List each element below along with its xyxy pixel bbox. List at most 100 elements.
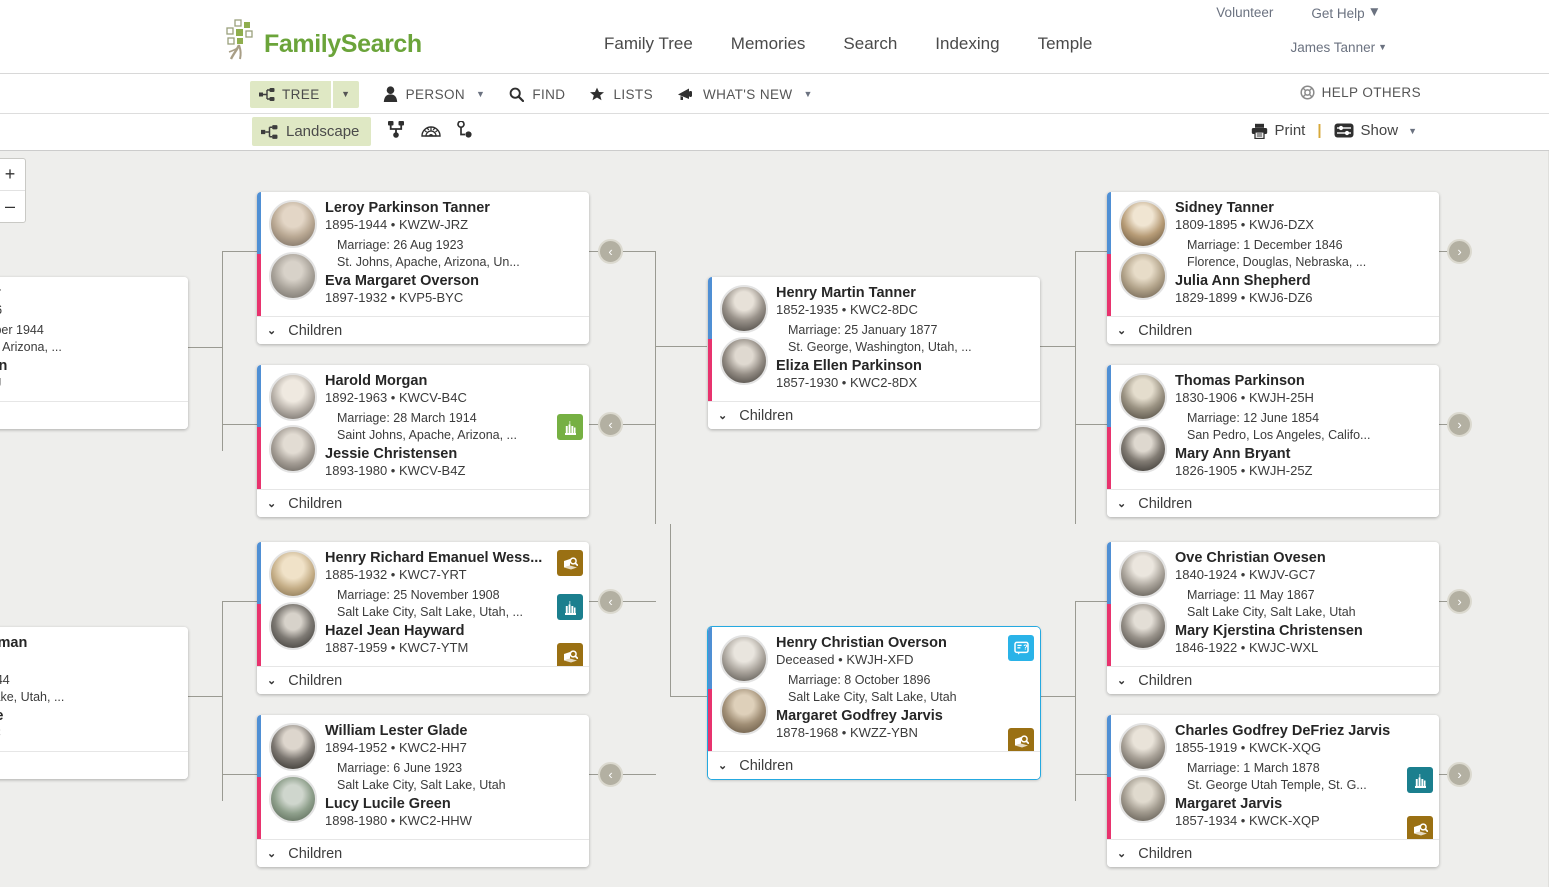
user-account-menu[interactable]: James Tanner▼ bbox=[1291, 40, 1387, 55]
expand-left-arrow-glade[interactable]: ‹ bbox=[598, 762, 623, 787]
couple-card-henry-martin-tanner[interactable]: Henry Martin Tanner 1852-1935 • KWC2-8DC… bbox=[708, 277, 1040, 429]
husband-name[interactable]: Leroy Parkinson Tanner bbox=[325, 199, 581, 217]
tree-dropdown-toggle[interactable]: ▼ bbox=[333, 81, 359, 108]
expand-right-arrow-jarvis[interactable]: › bbox=[1447, 762, 1472, 787]
pedigree-canvas[interactable]: + – ‹ ‹ ‹ ‹ › › › › bbox=[0, 151, 1549, 887]
husband-name[interactable]: Henry Christian Overson bbox=[776, 634, 1032, 652]
avatar-husband[interactable] bbox=[269, 200, 317, 248]
nav-temple[interactable]: Temple bbox=[1032, 32, 1099, 56]
temple-ordinance-badge[interactable] bbox=[1407, 767, 1433, 793]
wife-name[interactable]: Eliza Ellen Parkinson bbox=[776, 357, 1032, 375]
expand-right-arrow-thomas[interactable]: › bbox=[1447, 412, 1472, 437]
tree-button[interactable]: TREE bbox=[250, 81, 331, 108]
children-toggle[interactable]: ⌄ Children bbox=[1107, 839, 1439, 867]
husband-name[interactable]: Henry Martin Tanner bbox=[776, 284, 1032, 302]
husband-name[interactable]: Ove Tanner bbox=[0, 284, 180, 302]
wife-name[interactable]: Lucy Lucile Green bbox=[325, 795, 581, 813]
avatar-wife[interactable] bbox=[720, 687, 768, 735]
avatar-husband[interactable] bbox=[720, 285, 768, 333]
wife-name[interactable]: Hazel Jean Hayward bbox=[325, 622, 581, 640]
research-suggestion-badge[interactable]: ? bbox=[1008, 635, 1034, 661]
children-toggle[interactable]: ⌄ Children bbox=[257, 839, 589, 867]
avatar-husband[interactable] bbox=[1119, 723, 1167, 771]
avatar-wife[interactable] bbox=[269, 425, 317, 473]
avatar-wife[interactable] bbox=[720, 337, 768, 385]
children-toggle[interactable]: ⌄ Children bbox=[1107, 666, 1439, 694]
person-menu[interactable]: PERSON ▼ bbox=[383, 86, 486, 102]
avatar-husband[interactable] bbox=[720, 635, 768, 683]
record-hint-badge-wife[interactable] bbox=[1407, 816, 1433, 839]
zoom-in-button[interactable]: + bbox=[0, 159, 25, 191]
avatar-wife[interactable] bbox=[269, 775, 317, 823]
lists-button[interactable]: LISTS bbox=[589, 87, 653, 102]
children-toggle[interactable]: ⌄ Children bbox=[708, 401, 1040, 429]
landscape-view-button[interactable]: Landscape bbox=[252, 117, 371, 146]
avatar-husband[interactable] bbox=[1119, 200, 1167, 248]
get-help-menu[interactable]: Get Help▼ bbox=[1311, 4, 1381, 21]
husband-name[interactable]: Charles Godfrey DeFriez Jarvis bbox=[1175, 722, 1431, 740]
couple-card-henry-wessman[interactable]: Henry Richard Emanuel Wess... 1885-1932 … bbox=[257, 542, 589, 694]
couple-card-henry-overson[interactable]: Henry Christian Overson Deceased • KWJH-… bbox=[708, 627, 1040, 779]
avatar-husband[interactable] bbox=[269, 550, 317, 598]
couple-card-thomas-parkinson[interactable]: Thomas Parkinson 1830-1906 • KWJH-25H Ma… bbox=[1107, 365, 1439, 517]
wife-name[interactable]: Eva Margaret Overson bbox=[325, 272, 581, 290]
wife-name[interactable]: Mary Ann Bryant bbox=[1175, 445, 1431, 463]
record-hint-badge-husband[interactable] bbox=[557, 550, 583, 576]
couple-card-clipped-tanner[interactable]: Ove Tanner • KWCW-NS6 12 September 1944 … bbox=[0, 277, 188, 429]
avatar-husband[interactable] bbox=[1119, 373, 1167, 421]
zoom-out-button[interactable]: – bbox=[0, 191, 25, 222]
avatar-husband[interactable] bbox=[269, 373, 317, 421]
husband-name[interactable]: Harold Morgan bbox=[325, 372, 581, 390]
whats-new-menu[interactable]: WHAT'S NEW ▼ bbox=[677, 87, 813, 102]
husband-name[interactable]: Henry Richard Emanuel Wess... bbox=[325, 549, 581, 567]
husband-name[interactable]: William Lester Glade bbox=[325, 722, 581, 740]
expand-left-arrow-leroy[interactable]: ‹ bbox=[598, 239, 623, 264]
familysearch-logo[interactable]: FamilySearch bbox=[222, 18, 422, 60]
couple-card-sidney-tanner[interactable]: Sidney Tanner 1809-1895 • KWJ6-DZX Marri… bbox=[1107, 192, 1439, 344]
children-toggle[interactable]: ⌄ Children bbox=[257, 316, 589, 344]
children-toggle[interactable]: ⌄ Children bbox=[0, 751, 188, 779]
volunteer-link[interactable]: Volunteer bbox=[1216, 5, 1273, 20]
print-button[interactable]: Print bbox=[1251, 122, 1306, 139]
avatar-husband[interactable] bbox=[269, 723, 317, 771]
husband-name[interactable]: ward Wessman bbox=[0, 634, 180, 652]
avatar-wife[interactable] bbox=[1119, 425, 1167, 473]
avatar-wife[interactable] bbox=[269, 252, 317, 300]
children-toggle[interactable]: ⌄ Children bbox=[0, 401, 188, 429]
couple-card-harold-morgan[interactable]: Harold Morgan 1892-1963 • KWCV-B4C Marri… bbox=[257, 365, 589, 517]
wife-name[interactable]: Margaret Godfrey Jarvis bbox=[776, 707, 1032, 725]
nav-memories[interactable]: Memories bbox=[725, 32, 812, 56]
temple-ordinance-badge[interactable] bbox=[557, 414, 583, 440]
couple-card-clipped-wessman[interactable]: ward Wessman • KWCP-HB4 19 June 1944 Cit… bbox=[0, 627, 188, 779]
husband-name[interactable]: Ove Christian Ovesen bbox=[1175, 549, 1431, 567]
tree-view-icon[interactable] bbox=[387, 121, 405, 143]
wife-name[interactable]: ucille Glade bbox=[0, 707, 180, 725]
record-hint-badge-wife[interactable] bbox=[557, 643, 583, 666]
descendancy-icon[interactable] bbox=[457, 121, 473, 143]
children-toggle[interactable]: ⌄ Children bbox=[257, 489, 589, 517]
wife-name[interactable]: Mary Kjerstina Christensen bbox=[1175, 622, 1431, 640]
help-others-button[interactable]: HELP OTHERS bbox=[1300, 85, 1421, 100]
fan-chart-icon[interactable] bbox=[421, 122, 441, 142]
couple-card-william-glade[interactable]: William Lester Glade 1894-1952 • KWC2-HH… bbox=[257, 715, 589, 867]
avatar-wife[interactable] bbox=[269, 602, 317, 650]
couple-card-charles-jarvis[interactable]: Charles Godfrey DeFriez Jarvis 1855-1919… bbox=[1107, 715, 1439, 867]
wife-name[interactable]: xine Morgan bbox=[0, 357, 180, 375]
children-toggle[interactable]: ⌄ Children bbox=[1107, 316, 1439, 344]
avatar-wife[interactable] bbox=[1119, 252, 1167, 300]
nav-search[interactable]: Search bbox=[837, 32, 903, 56]
nav-indexing[interactable]: Indexing bbox=[929, 32, 1005, 56]
avatar-wife[interactable] bbox=[1119, 775, 1167, 823]
husband-name[interactable]: Sidney Tanner bbox=[1175, 199, 1431, 217]
nav-family-tree[interactable]: Family Tree bbox=[598, 32, 699, 56]
children-toggle[interactable]: ⌄ Children bbox=[1107, 489, 1439, 517]
children-toggle[interactable]: ⌄ Children bbox=[708, 751, 1040, 779]
wife-name[interactable]: Jessie Christensen bbox=[325, 445, 581, 463]
expand-right-arrow-sidney[interactable]: › bbox=[1447, 239, 1472, 264]
husband-name[interactable]: Thomas Parkinson bbox=[1175, 372, 1431, 390]
expand-right-arrow-ovesen[interactable]: › bbox=[1447, 589, 1472, 614]
avatar-husband[interactable] bbox=[1119, 550, 1167, 598]
expand-left-arrow-wessman[interactable]: ‹ bbox=[598, 589, 623, 614]
show-menu[interactable]: Show ▼ bbox=[1334, 122, 1417, 139]
temple-ordinance-badge[interactable] bbox=[557, 594, 583, 620]
